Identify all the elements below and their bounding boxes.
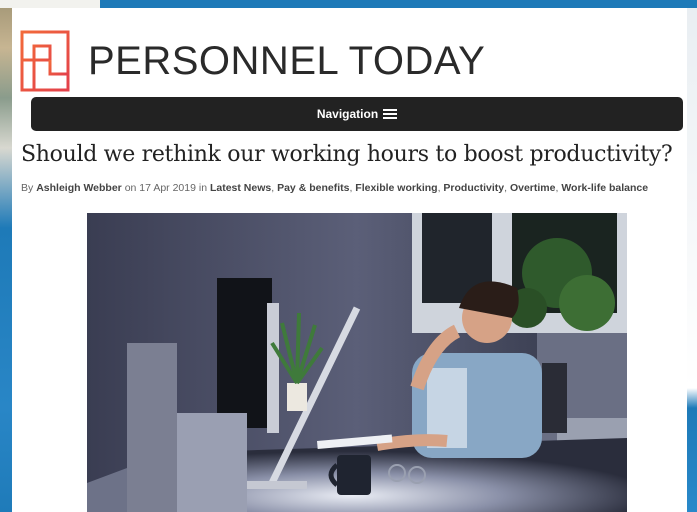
separator: , xyxy=(555,182,559,194)
separator: , xyxy=(437,182,441,194)
author-link[interactable]: Ashleigh Webber xyxy=(36,182,122,194)
category-prefix: in xyxy=(198,182,208,194)
background-top-left xyxy=(0,0,100,8)
article-byline: By Ashleigh Webber on 17 Apr 2019 in Lat… xyxy=(21,182,681,194)
separator: , xyxy=(349,182,353,194)
category-link-latest-news[interactable]: Latest News xyxy=(210,182,271,194)
article-title: Should we rethink our working hours to b… xyxy=(21,142,673,167)
date-prefix: on xyxy=(124,182,137,194)
category-link-productivity[interactable]: Productivity xyxy=(443,182,504,194)
category-link-overtime[interactable]: Overtime xyxy=(510,182,556,194)
article-hero-image xyxy=(87,213,627,512)
hero-illustration xyxy=(87,213,627,512)
publish-date: 17 Apr 2019 xyxy=(139,182,196,194)
hamburger-menu-icon[interactable] xyxy=(383,109,398,119)
article-card: PERSONNEL TODAY Navigation Should we ret… xyxy=(12,8,687,512)
separator: , xyxy=(271,182,275,194)
navigation-bar[interactable]: Navigation xyxy=(31,97,683,131)
category-link-flexible-working[interactable]: Flexible working xyxy=(355,182,437,194)
category-link-pay-benefits[interactable]: Pay & benefits xyxy=(277,182,349,194)
personnel-today-logo-icon xyxy=(20,30,70,92)
background-top-strip xyxy=(0,0,697,8)
byline-prefix: By xyxy=(21,182,34,194)
separator: , xyxy=(504,182,508,194)
category-link-work-life-balance[interactable]: Work-life balance xyxy=(561,182,648,194)
site-logo[interactable] xyxy=(20,26,70,96)
site-name[interactable]: PERSONNEL TODAY xyxy=(88,41,485,81)
navigation-label[interactable]: Navigation xyxy=(317,107,378,121)
